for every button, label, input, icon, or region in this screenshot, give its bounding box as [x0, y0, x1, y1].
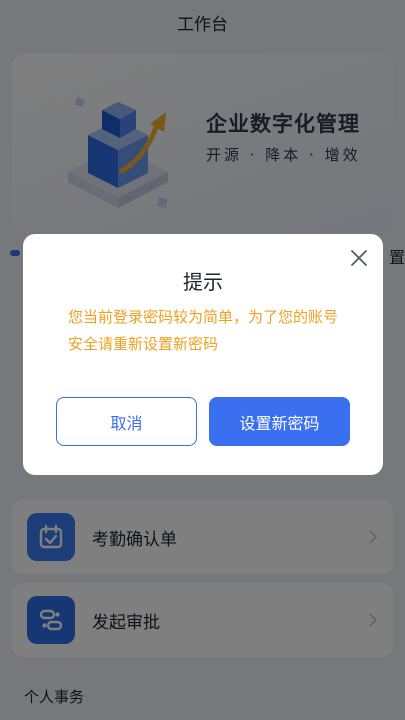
dialog-title: 提示: [183, 270, 223, 294]
close-icon[interactable]: [347, 246, 371, 270]
set-new-password-button[interactable]: 设置新密码: [209, 397, 350, 446]
cancel-button[interactable]: 取消: [56, 397, 197, 446]
password-reminder-dialog: 提示 您当前登录密码较为简单，为了您的账号安全请重新设置新密码 取消 设置新密码: [23, 234, 383, 475]
workbench-page: 工作台 企业数字化管理 开源 · 降本 · 增效 置: [0, 0, 405, 720]
dialog-message: 您当前登录密码较为简单，为了您的账号安全请重新设置新密码: [68, 308, 339, 353]
